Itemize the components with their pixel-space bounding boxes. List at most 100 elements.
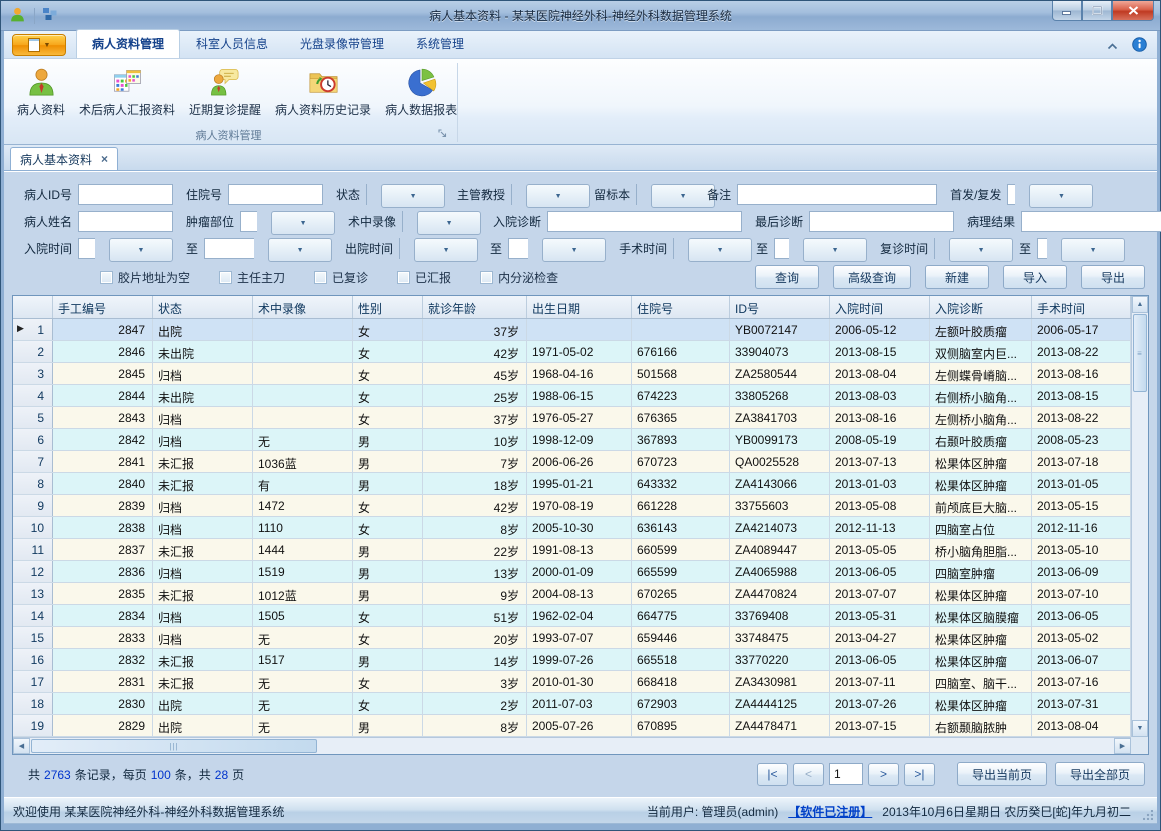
select-dropdown-icon[interactable]: ▼	[651, 184, 715, 208]
import-button[interactable]: 导入	[1003, 265, 1067, 289]
scroll-right-icon[interactable]: ▶	[1114, 738, 1131, 754]
select-dropdown-icon[interactable]: ▼	[1029, 184, 1093, 208]
form-select-至[interactable]: ▼	[204, 238, 332, 259]
select-value[interactable]	[366, 184, 367, 205]
next-page-button[interactable]: >	[868, 763, 899, 786]
form-input-病人姓名[interactable]	[78, 211, 173, 232]
quick-layout-icon[interactable]	[43, 8, 57, 24]
checkbox-box[interactable]	[480, 271, 493, 284]
select-value[interactable]	[1007, 184, 1015, 205]
ribbon-button-postop-report-data[interactable]: 术后病人汇报资料	[72, 63, 182, 120]
horizontal-scrollbar[interactable]: ◀ ||| ▶	[13, 737, 1131, 754]
vertical-scroll-thumb[interactable]: ≡	[1133, 314, 1147, 392]
grid-row[interactable]: 192829出院无男8岁2005-07-26670895ZA4478471201…	[13, 715, 1131, 737]
dialog-launcher-icon[interactable]	[438, 127, 447, 141]
form-input-病理结果[interactable]	[1021, 211, 1161, 232]
select-value[interactable]	[204, 238, 254, 259]
ribbon-tab-patient-data-management[interactable]: 病人资料管理	[76, 29, 180, 58]
grid-row[interactable]: 62842归档无男10岁1998-12-09367893YB0099173200…	[13, 429, 1131, 451]
grid-header-性别[interactable]: 性别	[353, 296, 423, 318]
grid-header-出生日期[interactable]: 出生日期	[527, 296, 632, 318]
select-value[interactable]	[934, 238, 935, 259]
scroll-left-icon[interactable]: ◀	[13, 738, 30, 754]
grid-header-indicator[interactable]	[13, 296, 53, 318]
ribbon-button-patient-data-report[interactable]: 病人数据报表	[378, 63, 464, 120]
checkbox-box[interactable]	[100, 271, 113, 284]
minimize-button[interactable]	[1052, 1, 1082, 21]
checkbox-胶片地址为空[interactable]: 胶片地址为空	[100, 269, 190, 286]
vertical-scrollbar[interactable]: ▲ ≡ ▼	[1131, 296, 1148, 737]
scroll-up-icon[interactable]: ▲	[1132, 296, 1148, 313]
ribbon-tab-disc-tape-management[interactable]: 光盘录像带管理	[284, 29, 400, 58]
previous-page-button[interactable]: <	[793, 763, 824, 786]
grid-row[interactable]: 102838归档1110女8岁2005-10-30636143ZA4214073…	[13, 517, 1131, 539]
form-select-状态[interactable]: ▼	[366, 184, 444, 205]
tab-patient-basic-data[interactable]: 病人基本资料 ×	[10, 147, 118, 170]
tab-close-icon[interactable]: ×	[101, 153, 108, 165]
form-select-入院时间[interactable]: ▼	[78, 238, 173, 259]
grid-header-术中录像[interactable]: 术中录像	[253, 296, 353, 318]
grid-row[interactable]: 32845归档女45岁1968-04-16501568ZA25805442013…	[13, 363, 1131, 385]
registration-link[interactable]: 【软件已注册】	[788, 803, 872, 820]
select-value[interactable]	[774, 238, 789, 259]
ribbon-button-patient-data[interactable]: 病人资料	[10, 63, 72, 120]
horizontal-scroll-thumb[interactable]: |||	[31, 739, 317, 753]
select-dropdown-icon[interactable]: ▼	[542, 238, 606, 262]
scroll-down-icon[interactable]: ▼	[1132, 720, 1148, 737]
form-select-留标本[interactable]: ▼	[636, 184, 694, 205]
grid-header-住院号[interactable]: 住院号	[632, 296, 730, 318]
select-dropdown-icon[interactable]: ▼	[803, 238, 867, 262]
grid-row[interactable]: 142834归档1505女51岁1962-02-0466477533769408…	[13, 605, 1131, 627]
grid-header-入院时间[interactable]: 入院时间	[830, 296, 930, 318]
ribbon-button-patient-data-history[interactable]: 病人资料历史记录	[268, 63, 378, 120]
grid-header-ID号[interactable]: ID号	[730, 296, 830, 318]
select-value[interactable]	[673, 238, 674, 259]
form-select-主管教授[interactable]: ▼	[511, 184, 581, 205]
checkbox-已复诊[interactable]: 已复诊	[314, 269, 368, 286]
export-current-page-button[interactable]: 导出当前页	[957, 762, 1047, 786]
advanced-query-button[interactable]: 高级查询	[833, 265, 911, 289]
checkbox-box[interactable]	[219, 271, 232, 284]
form-select-至[interactable]: ▼	[508, 238, 606, 259]
grid-header-就诊年龄[interactable]: 就诊年龄	[423, 296, 527, 318]
form-select-出院时间[interactable]: ▼	[399, 238, 477, 259]
select-value[interactable]	[402, 211, 403, 232]
grid-row[interactable]: 162832未汇报1517男14岁1999-07-266655183377022…	[13, 649, 1131, 671]
grid-row[interactable]: 172831未汇报无女3岁2010-01-30668418ZA343098120…	[13, 671, 1131, 693]
select-value[interactable]	[1037, 238, 1047, 259]
select-dropdown-icon[interactable]: ▼	[526, 184, 590, 208]
form-input-入院诊断[interactable]	[547, 211, 742, 232]
form-input-最后诊断[interactable]	[809, 211, 954, 232]
grid-header-状态[interactable]: 状态	[153, 296, 253, 318]
collapse-ribbon-icon[interactable]	[1107, 39, 1118, 53]
select-dropdown-icon[interactable]: ▼	[271, 211, 335, 235]
select-value[interactable]	[508, 238, 528, 259]
grid-row[interactable]: 182830出院无女2岁2011-07-03672903ZA4444125201…	[13, 693, 1131, 715]
grid-row[interactable]: 22846未出院女42岁1971-05-02676166339040732013…	[13, 341, 1131, 363]
checkbox-内分泌检查[interactable]: 内分泌检查	[480, 269, 558, 286]
form-select-肿瘤部位[interactable]: ▼	[240, 211, 335, 232]
select-dropdown-icon[interactable]: ▼	[109, 238, 173, 262]
grid-row[interactable]: 82840未汇报有男18岁1995-01-21643332ZA414306620…	[13, 473, 1131, 495]
grid-header-手术时间[interactable]: 手术时间	[1032, 296, 1131, 318]
checkbox-已汇报[interactable]: 已汇报	[397, 269, 451, 286]
form-input-住院号[interactable]	[228, 184, 323, 205]
checkbox-box[interactable]	[314, 271, 327, 284]
select-value[interactable]	[511, 184, 512, 205]
select-dropdown-icon[interactable]: ▼	[417, 211, 481, 235]
first-page-button[interactable]: |<	[757, 763, 788, 786]
form-select-复诊时间[interactable]: ▼	[934, 238, 1006, 259]
select-dropdown-icon[interactable]: ▼	[381, 184, 445, 208]
grid-header-入院诊断[interactable]: 入院诊断	[930, 296, 1032, 318]
app-menu-button[interactable]: ▼	[12, 34, 66, 56]
select-dropdown-icon[interactable]: ▼	[268, 238, 332, 262]
last-page-button[interactable]: >|	[904, 763, 935, 786]
grid-row[interactable]: 112837未汇报1444男22岁1991-08-13660599ZA40894…	[13, 539, 1131, 561]
resize-grip[interactable]	[1143, 810, 1153, 820]
grid-row[interactable]: 52843归档女37岁1976-05-27676365ZA38417032013…	[13, 407, 1131, 429]
form-input-病人ID号[interactable]	[78, 184, 173, 205]
grid-header-手工编号[interactable]: 手工编号	[53, 296, 153, 318]
form-select-手术时间[interactable]: ▼	[673, 238, 743, 259]
select-dropdown-icon[interactable]: ▼	[949, 238, 1013, 262]
select-dropdown-icon[interactable]: ▼	[414, 238, 478, 262]
